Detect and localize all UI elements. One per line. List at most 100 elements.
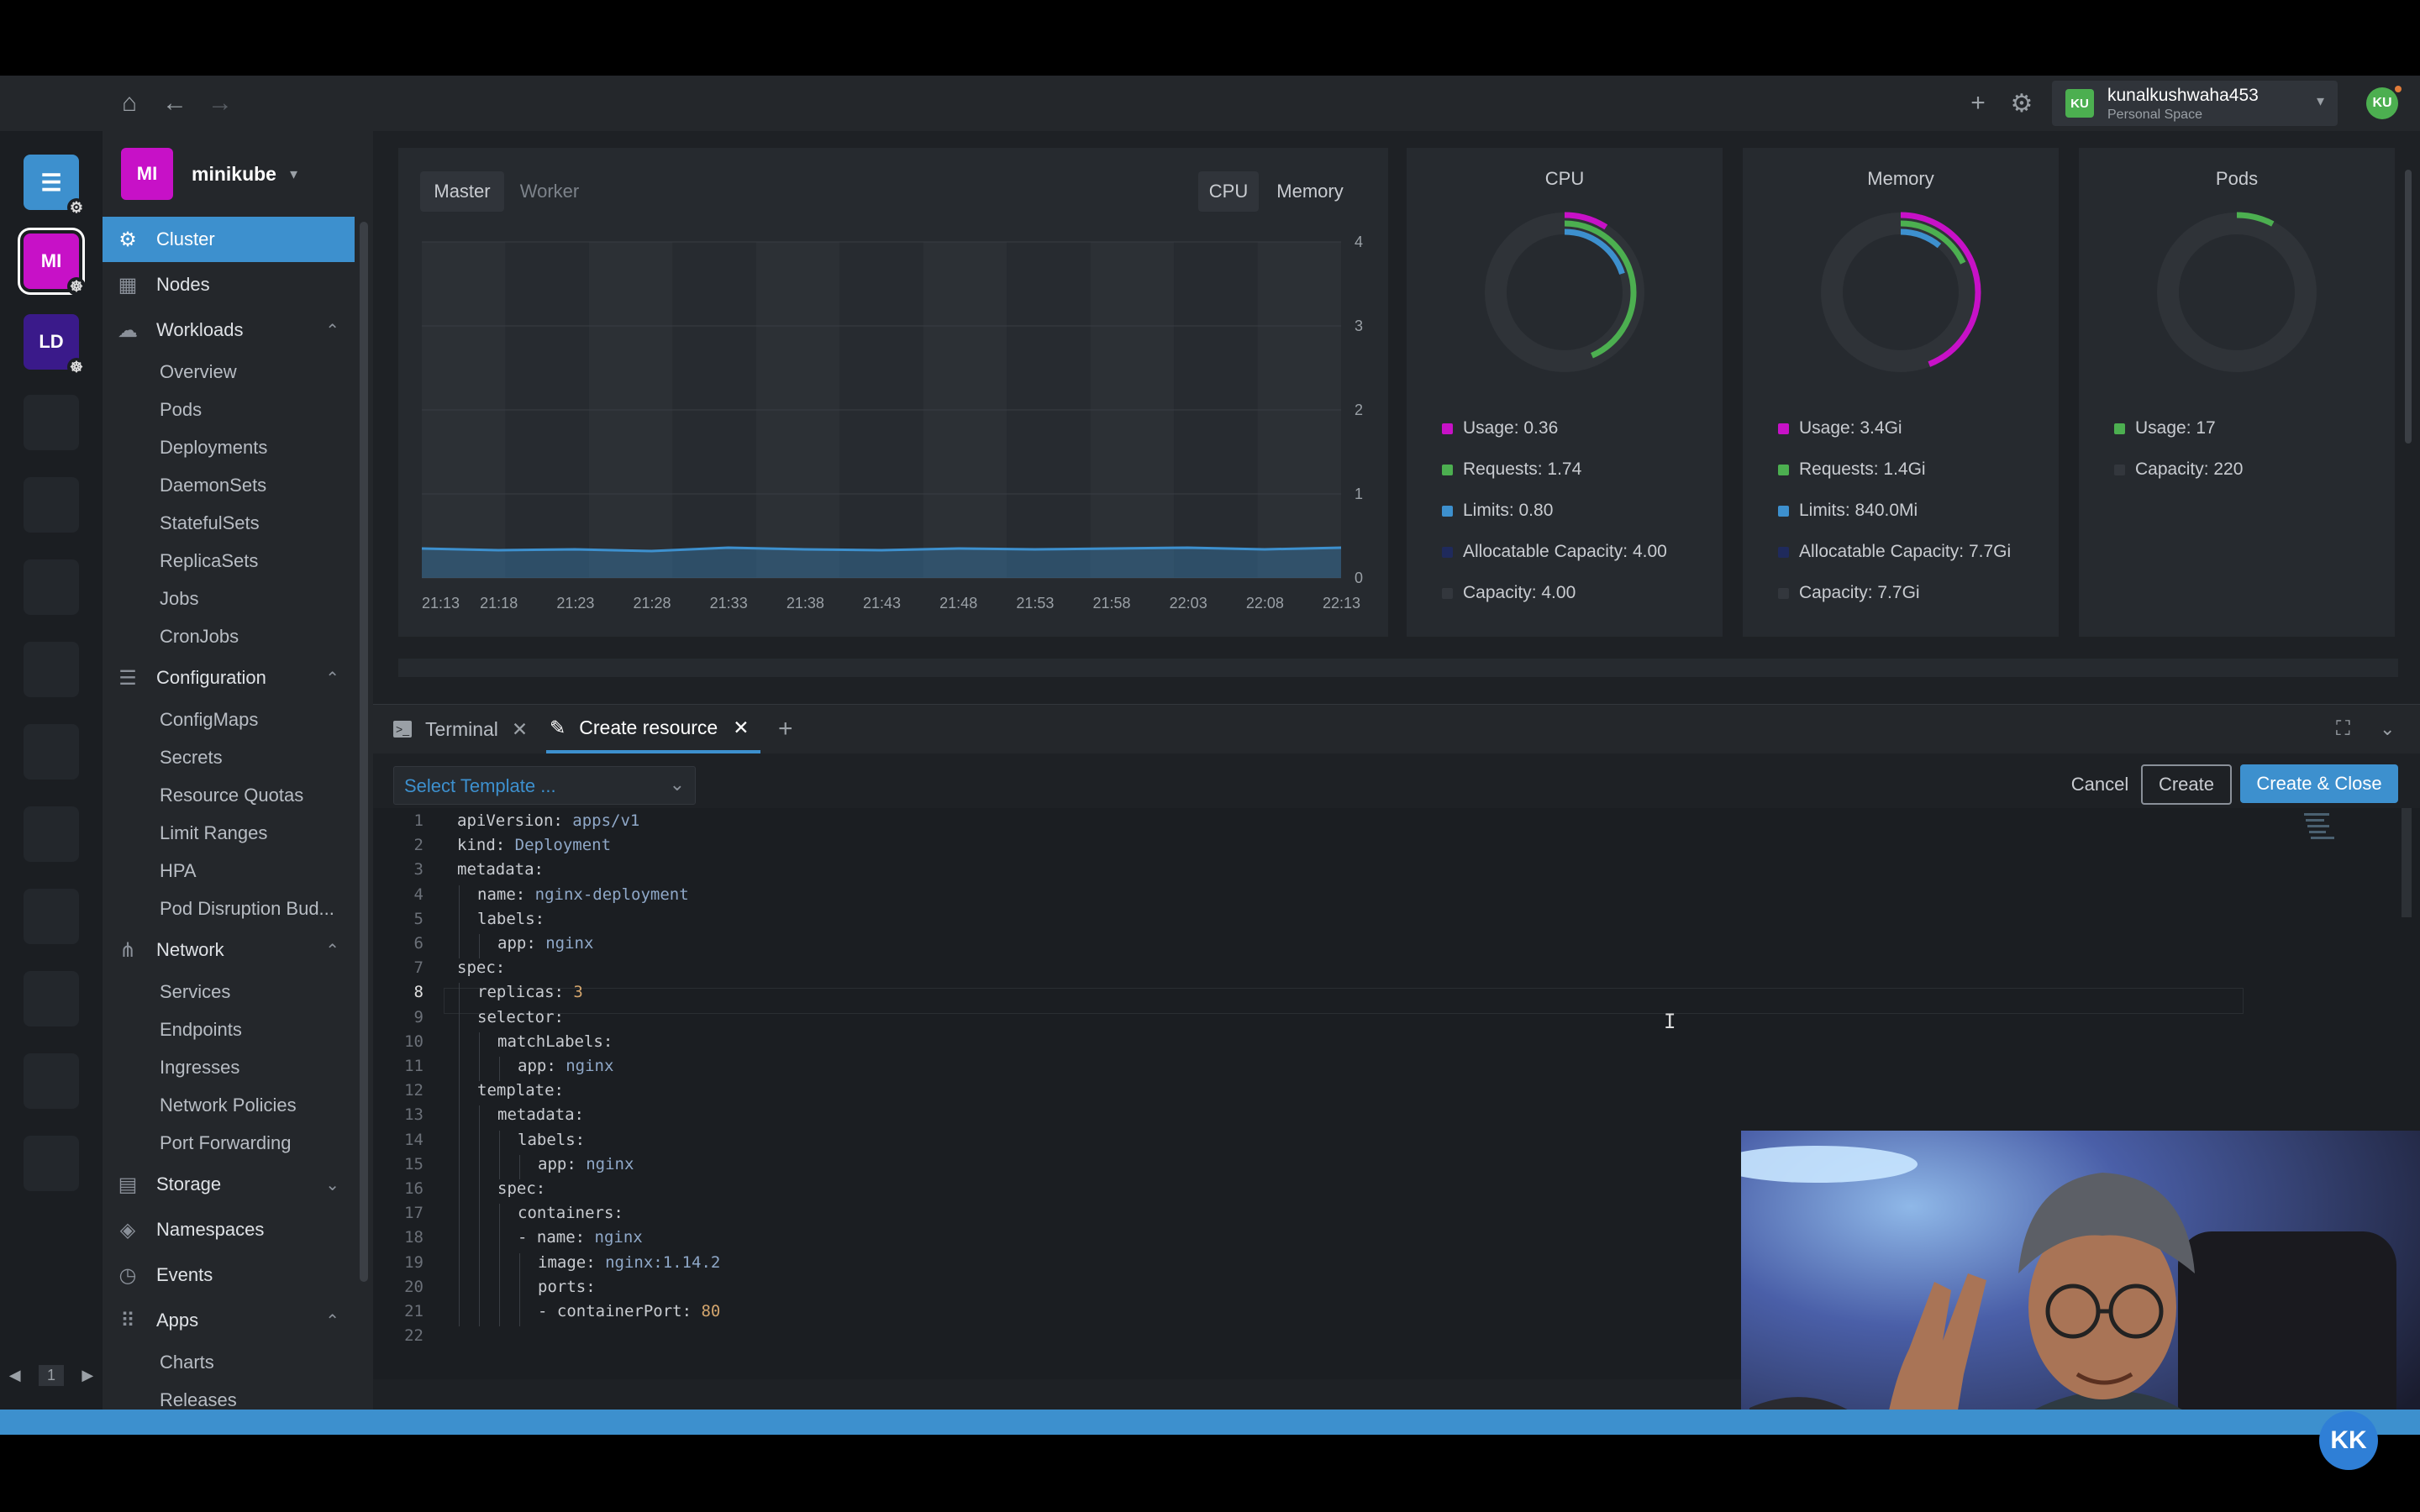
chevron-down-icon: ▾ bbox=[289, 165, 298, 182]
chevron-down-icon[interactable]: ⌄ bbox=[2380, 705, 2395, 753]
line-number: 5 bbox=[413, 909, 424, 928]
hotbar-empty-slot[interactable] bbox=[24, 806, 79, 862]
sidebar-item-nodes[interactable]: ▦ Nodes bbox=[103, 262, 355, 307]
hotbar-empty-slot[interactable] bbox=[24, 724, 79, 780]
sidebar-subitem-resource-quotas[interactable]: Resource Quotas bbox=[103, 776, 355, 814]
hotbar-empty-slot[interactable] bbox=[24, 971, 79, 1026]
indent-guide bbox=[479, 1204, 480, 1229]
sidebar-subitem-secrets[interactable]: Secrets bbox=[103, 738, 355, 776]
yaml-key: - name bbox=[518, 1228, 576, 1247]
forward-arrow-icon[interactable]: → bbox=[202, 76, 239, 131]
sidebar-subitem-hpa[interactable]: HPA bbox=[103, 852, 355, 890]
sidebar-subitem-jobs[interactable]: Jobs bbox=[103, 580, 355, 617]
x-tick-label: 21:38 bbox=[786, 595, 824, 612]
cancel-button[interactable]: Cancel bbox=[2054, 764, 2146, 805]
template-select[interactable]: Select Template ... ⌄ bbox=[393, 766, 696, 805]
sidebar-subitem-replicasets[interactable]: ReplicaSets bbox=[103, 542, 355, 580]
sidebar-subitem-ingresses[interactable]: Ingresses bbox=[103, 1048, 355, 1086]
catalog-hotbar-item[interactable]: ☰ ⚙ bbox=[24, 155, 86, 217]
gear-icon[interactable]: ⚙ bbox=[2003, 76, 2040, 131]
fullscreen-icon[interactable]: ⛶ bbox=[2336, 705, 2350, 753]
indent-guide bbox=[499, 1252, 500, 1278]
code-line: app: nginx bbox=[518, 1057, 613, 1075]
sidebar-subitem-pod-disruption-bud-[interactable]: Pod Disruption Bud... bbox=[103, 890, 355, 927]
close-icon[interactable]: ✕ bbox=[733, 717, 749, 739]
user-name: kunalkushwaha453 bbox=[2107, 86, 2259, 105]
home-icon[interactable]: ⌂ bbox=[111, 76, 148, 131]
yaml-colon: : bbox=[574, 1105, 594, 1125]
sidebar-item-cluster[interactable]: ⚙ Cluster bbox=[103, 217, 355, 262]
legend-swatch bbox=[1442, 587, 1453, 599]
sidebar-item-apps[interactable]: ⠿ Apps ⌃ bbox=[103, 1298, 355, 1343]
yaml-key: - containerPort bbox=[538, 1302, 682, 1320]
chevron-up-icon[interactable]: ⌃ bbox=[325, 940, 339, 961]
hotbar-empty-slot[interactable] bbox=[24, 889, 79, 944]
sidebar-subitem-port-forwarding[interactable]: Port Forwarding bbox=[103, 1124, 355, 1162]
sidebar-subitem-cronjobs[interactable]: CronJobs bbox=[103, 617, 355, 655]
user-space-selector[interactable]: KU kunalkushwaha453 Personal Space ▾ bbox=[2052, 81, 2338, 126]
code-line: metadata: bbox=[497, 1105, 593, 1124]
sidebar-item-label: Events bbox=[156, 1264, 213, 1285]
terminal-tab[interactable]: >_ Terminal ✕ bbox=[393, 705, 528, 753]
caret-right-icon[interactable]: ▶ bbox=[82, 1367, 93, 1384]
editor-minimap[interactable] bbox=[2294, 808, 2370, 855]
cluster-header[interactable]: MI minikube ▾ bbox=[103, 131, 373, 217]
sidebar-subitem-overview[interactable]: Overview bbox=[103, 353, 355, 391]
plus-icon[interactable]: + bbox=[1960, 76, 1996, 131]
sidebar-subitem-services[interactable]: Services bbox=[103, 973, 355, 1011]
sidebar-item-namespaces[interactable]: ◈ Namespaces bbox=[103, 1207, 355, 1252]
sidebar-item-label: Apps bbox=[156, 1310, 199, 1331]
chevron-up-icon[interactable]: ⌃ bbox=[325, 1310, 339, 1331]
chevron-up-icon[interactable]: ⌃ bbox=[325, 668, 339, 689]
close-icon[interactable]: ✕ bbox=[512, 718, 528, 741]
sidebar-subitem-pods[interactable]: Pods bbox=[103, 391, 355, 428]
legend-item: Allocatable Capacity: 7.7Gi bbox=[1778, 542, 2011, 562]
sidebar-item-network[interactable]: ⋔ Network ⌃ bbox=[103, 927, 355, 973]
sidebar-item-configuration[interactable]: ☰ Configuration ⌃ bbox=[103, 655, 355, 701]
hotbar-item-ld[interactable]: LD ☸ bbox=[24, 314, 86, 376]
sidebar-item-storage[interactable]: ▤ Storage ⌄ bbox=[103, 1162, 355, 1207]
horizontal-scrollbar[interactable] bbox=[398, 659, 2398, 677]
hotbar-empty-slot[interactable] bbox=[24, 642, 79, 697]
sidebar-subitem-statefulsets[interactable]: StatefulSets bbox=[103, 504, 355, 542]
sidebar-subitem-network-policies[interactable]: Network Policies bbox=[103, 1086, 355, 1124]
sidebar-item-label: Nodes bbox=[156, 274, 210, 295]
sidebar-scrollbar[interactable] bbox=[360, 222, 368, 1282]
sidebar-item-events[interactable]: ◷ Events bbox=[103, 1252, 355, 1298]
line-number: 17 bbox=[404, 1204, 424, 1223]
sidebar-subitem-daemonsets[interactable]: DaemonSets bbox=[103, 466, 355, 504]
kk-logo-watermark: KK bbox=[2319, 1411, 2378, 1470]
sidebar-subitem-endpoints[interactable]: Endpoints bbox=[103, 1011, 355, 1048]
sidebar-subitem-charts[interactable]: Charts bbox=[103, 1343, 355, 1381]
editor-scrollbar[interactable] bbox=[2402, 808, 2412, 917]
hotbar-empty-slot[interactable] bbox=[24, 559, 79, 615]
new-tab-plus-icon[interactable]: + bbox=[778, 705, 793, 753]
hotbar-empty-slot[interactable] bbox=[24, 395, 79, 450]
main-scrollbar[interactable] bbox=[2405, 170, 2412, 444]
hotbar-empty-slot[interactable] bbox=[24, 1136, 79, 1191]
indent-guide bbox=[479, 1252, 480, 1278]
legend-item: Capacity: 7.7Gi bbox=[1778, 583, 1920, 603]
profile-avatar[interactable]: KU bbox=[2366, 87, 2398, 119]
sidebar-item-label: Configuration bbox=[156, 667, 266, 688]
hotbar-empty-slot[interactable] bbox=[24, 477, 79, 533]
cpu-usage-chart: 0 1 2 3 4 21:13 21:18 21:23 21:28 21:33 21:38 21:43… bbox=[421, 234, 1363, 612]
create-resource-tab[interactable]: ✎ Create resource ✕ bbox=[546, 705, 761, 753]
chevron-down-icon[interactable]: ⌄ bbox=[325, 1174, 339, 1195]
legend-item: Usage: 17 bbox=[2114, 418, 2216, 438]
sidebar-subitem-configmaps[interactable]: ConfigMaps bbox=[103, 701, 355, 738]
sidebar-subitem-deployments[interactable]: Deployments bbox=[103, 428, 355, 466]
legend-label: Requests: 1.4Gi bbox=[1799, 459, 1926, 479]
hotbar-item-minikube[interactable]: MI ☸ bbox=[24, 234, 86, 296]
back-arrow-icon[interactable]: ← bbox=[156, 76, 193, 131]
create-and-close-button[interactable]: Create & Close bbox=[2240, 764, 2398, 803]
chevron-up-icon[interactable]: ⌃ bbox=[325, 320, 339, 341]
code-line: template: bbox=[477, 1081, 573, 1100]
hotbar-empty-slot[interactable] bbox=[24, 1053, 79, 1109]
hotbar: ☰ ⚙ MI ☸ LD ☸ ◀ 1 ▶ bbox=[0, 131, 103, 1435]
sidebar-item-workloads[interactable]: ☁ Workloads ⌃ bbox=[103, 307, 355, 353]
create-button[interactable]: Create bbox=[2141, 764, 2232, 805]
sidebar-subitem-limit-ranges[interactable]: Limit Ranges bbox=[103, 814, 355, 852]
yaml-colon: : bbox=[586, 1252, 606, 1272]
caret-left-icon[interactable]: ◀ bbox=[9, 1367, 21, 1384]
